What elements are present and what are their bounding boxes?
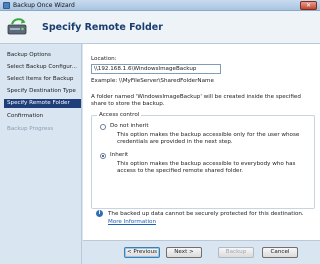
nav-item-backup-progress: Backup Progress — [7, 126, 54, 132]
backup-button: Backup — [218, 247, 254, 258]
nav-item-select-items-for-backup[interactable]: Select Items for Backup — [4, 75, 81, 84]
main-content: Location: \\192.168.1.6\WindowsImageBack… — [83, 44, 320, 240]
do-not-inherit-description: This option makes the backup accessible … — [117, 132, 300, 145]
title-bar: Backup Once Wizard ✕ — [0, 0, 320, 11]
wizard-steps-nav: Backup Options Select Backup Configur...… — [0, 44, 82, 264]
info-icon: i — [96, 210, 103, 217]
more-information-link[interactable]: More Information — [108, 219, 156, 225]
page-title: Specify Remote Folder — [42, 22, 163, 33]
do-not-inherit-radio[interactable] — [100, 124, 106, 130]
window-title: Backup Once Wizard — [13, 2, 75, 9]
nav-item-confirmation[interactable]: Confirmation — [4, 112, 81, 121]
next-button[interactable]: Next > — [166, 247, 202, 258]
inherit-radio[interactable] — [100, 153, 106, 159]
cancel-button[interactable]: Cancel — [262, 247, 298, 258]
inherit-label[interactable]: Inherit — [110, 152, 128, 158]
location-example: Example: \\MyFileServer\SharedFolderName — [91, 78, 214, 84]
wizard-header: Specify Remote Folder — [0, 11, 320, 44]
backup-app-icon — [3, 2, 10, 9]
folder-description: A folder named 'WindowsImageBackup' will… — [91, 94, 301, 107]
backup-wizard-icon — [7, 18, 27, 35]
access-control-title: Access control — [97, 112, 142, 118]
location-label: Location: — [91, 56, 117, 62]
wizard-footer: < Previous Next > Backup Cancel — [83, 240, 320, 264]
do-not-inherit-label[interactable]: Do not inherit — [110, 123, 149, 129]
nav-item-specify-remote-folder[interactable]: Specify Remote Folder — [4, 99, 81, 108]
inherit-description: This option makes the backup accessible … — [117, 161, 296, 174]
nav-item-select-backup-configuration[interactable]: Select Backup Configur... — [4, 63, 81, 72]
nav-item-specify-destination-type[interactable]: Specify Destination Type — [4, 87, 81, 96]
security-warning: The backed up data cannot be securely pr… — [108, 211, 304, 217]
close-button[interactable]: ✕ — [300, 1, 317, 10]
nav-item-backup-options[interactable]: Backup Options — [4, 51, 81, 60]
previous-button[interactable]: < Previous — [124, 247, 160, 258]
location-input[interactable]: \\192.168.1.6\WindowsImageBackup — [91, 64, 221, 74]
